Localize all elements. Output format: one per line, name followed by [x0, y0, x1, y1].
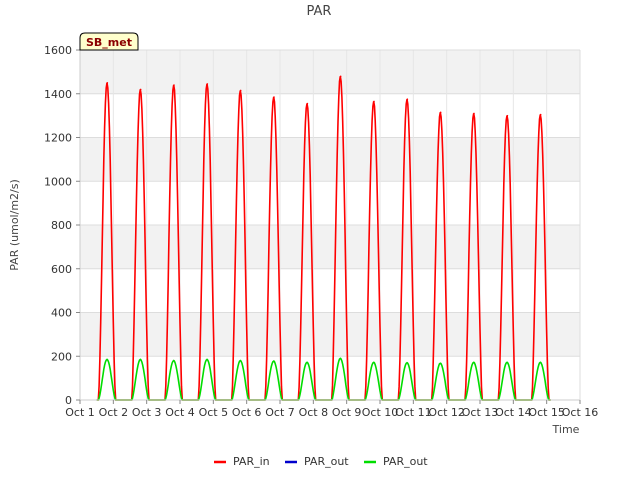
y-tick-label: 600 — [51, 263, 72, 276]
peak-point — [406, 98, 409, 101]
y-tick-label: 1600 — [44, 44, 72, 57]
peak-point — [239, 359, 242, 362]
x-tick-label: Oct 11 — [395, 406, 432, 419]
y-tick-label: 1400 — [44, 88, 72, 101]
peak-point — [439, 111, 442, 114]
peak-point — [373, 361, 375, 364]
x-tick-label: Oct 10 — [362, 406, 399, 419]
x-tick-label: Oct 1 — [65, 406, 95, 419]
peak-point — [306, 361, 309, 364]
y-tick-label: 800 — [51, 219, 72, 232]
peak-point — [273, 96, 275, 98]
x-tick-label: Oct 6 — [232, 406, 262, 419]
peak-point — [306, 102, 309, 105]
x-tick-label: Oct 9 — [332, 406, 362, 419]
peak-point — [473, 112, 475, 115]
legend: PAR_in PAR_out PAR_out — [214, 455, 428, 468]
peak-point — [439, 362, 442, 365]
peak-point — [106, 82, 109, 84]
y-tick-label: 200 — [51, 350, 72, 363]
x-tick-label: Oct 4 — [165, 406, 195, 419]
x-tick-label: Oct 5 — [199, 406, 229, 419]
site-label-box: SB_met — [79, 32, 139, 51]
y-tick-label: 1000 — [44, 175, 72, 188]
peak-point — [506, 361, 509, 364]
peak-point — [373, 100, 375, 103]
peak-point — [506, 114, 509, 117]
x-tick-label: Oct 12 — [428, 406, 465, 419]
chart-title: PAR — [307, 4, 332, 19]
peak-point — [106, 358, 109, 361]
peak-point — [339, 357, 342, 360]
par-chart: PAR 02004006008001000120014001600Oct 1 Oc… — [8, 4, 599, 468]
x-tick-label: Oct 2 — [99, 406, 129, 419]
peak-point — [139, 358, 142, 361]
peak-point — [339, 75, 342, 78]
y-tick-label: 400 — [51, 307, 72, 320]
legend-label: PAR_in — [233, 455, 270, 468]
peak-point — [273, 360, 275, 362]
legend-label: PAR_out — [383, 455, 428, 468]
x-tick-label: Oct 14 — [495, 406, 532, 419]
plot-band — [80, 50, 580, 94]
peak-point — [239, 89, 242, 92]
y-axis-label: PAR (umol/m2/s) — [8, 179, 21, 271]
plot-band — [80, 225, 580, 269]
peak-point — [173, 84, 175, 86]
site-label: SB_met — [86, 36, 132, 49]
y-tick-label: 1200 — [44, 132, 72, 145]
plot-band — [80, 312, 580, 357]
x-tick-label: Oct 3 — [132, 406, 162, 419]
peak-point — [539, 113, 542, 116]
x-tick-label: Oct 16 — [562, 406, 599, 419]
x-tick-label: Oct 7 — [265, 406, 295, 419]
x-tick-label: Oct 13 — [462, 406, 499, 419]
peak-point — [539, 361, 542, 364]
peak-point — [206, 358, 209, 361]
peak-point — [473, 361, 475, 364]
legend-label: PAR_out — [304, 455, 349, 468]
peak-point — [206, 83, 209, 85]
x-axis-label: Time — [552, 423, 580, 436]
peak-point — [139, 88, 142, 91]
x-tick-label: Oct 8 — [299, 406, 329, 419]
x-tick-label: Oct 15 — [528, 406, 565, 419]
peak-point — [406, 362, 409, 364]
peak-point — [173, 359, 175, 362]
